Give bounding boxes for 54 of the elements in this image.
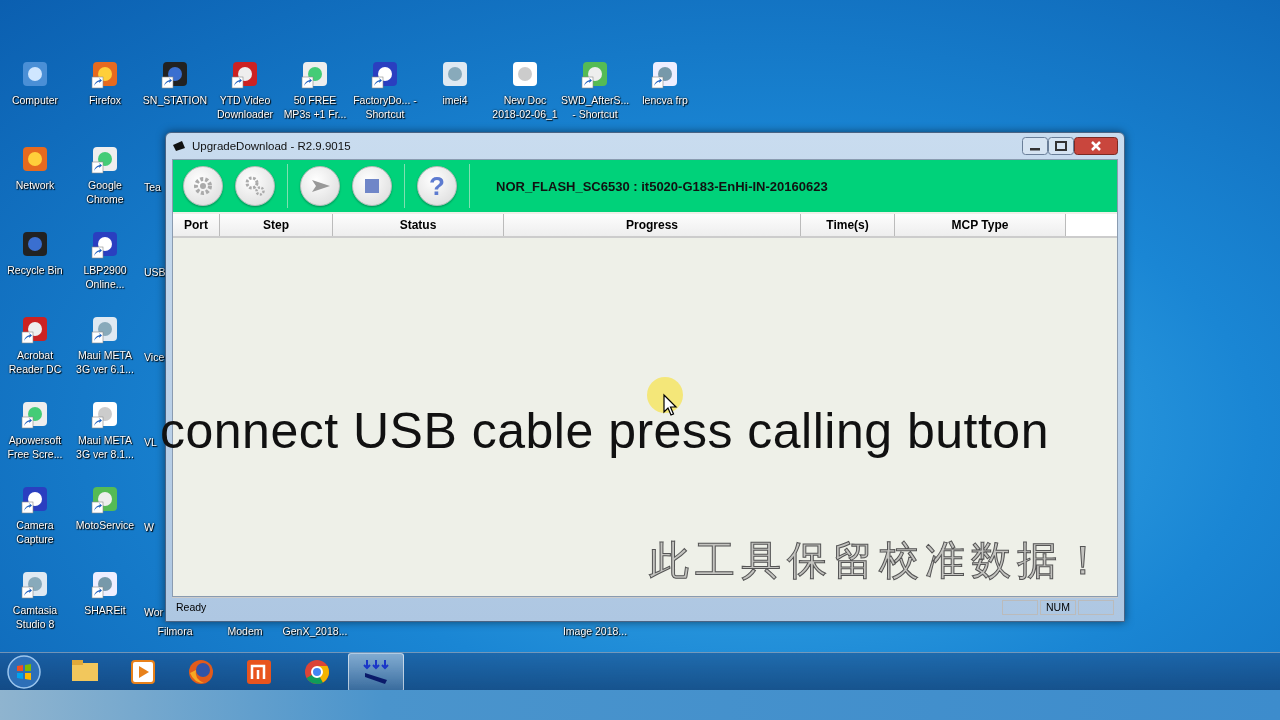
desktop-icon-label[interactable]: New Doc 2018-02-06_1 — [491, 93, 559, 121]
desktop-icon-label[interactable]: imei4 — [421, 93, 489, 107]
desktop-icon-label[interactable]: MotoService — [71, 518, 139, 532]
status-pane: NUM — [1040, 599, 1076, 615]
column-header[interactable]: Port — [173, 214, 220, 236]
app-icon — [172, 140, 186, 152]
desktop-icon-label[interactable]: Computer — [1, 93, 69, 107]
column-header[interactable]: MCP Type — [895, 214, 1066, 236]
window-title: UpgradeDownload - R2.9.9015 — [192, 140, 352, 152]
start-button[interactable] — [6, 654, 42, 690]
column-header[interactable]: Progress — [504, 214, 801, 236]
taskbar-app-button[interactable] — [348, 652, 404, 692]
desktop-icon-label[interactable]: Filmora — [157, 625, 193, 637]
desktop-icon-label[interactable]: Google Chrome — [71, 178, 139, 206]
close-button[interactable] — [1074, 137, 1118, 155]
maximize-button[interactable] — [1048, 137, 1074, 155]
desktop-icon-label[interactable]: Acrobat Reader DC — [1, 348, 69, 376]
desktop-icon-label[interactable]: Vice — [144, 350, 165, 364]
desktop-icon-label[interactable]: W — [144, 520, 154, 534]
desktop-icon-label[interactable]: Recycle Bin — [1, 263, 69, 277]
column-header[interactable]: Time(s) — [801, 214, 895, 236]
desktop-icon-label[interactable]: Firefox — [71, 93, 139, 107]
firmware-label: NOR_FLASH_SC6530 : it5020-G183-EnHi-IN-20160623 — [496, 178, 828, 194]
desktop-icon-label[interactable]: Wor — [144, 605, 164, 619]
status-text: Ready — [176, 601, 207, 613]
desktop-icon-label[interactable]: 50 FREE MP3s +1 Fr... — [281, 93, 349, 121]
desktop-icon-label[interactable]: SHAREit — [71, 603, 139, 617]
desktop-icon-label[interactable]: Apowersoft Free Scre... — [1, 433, 69, 461]
desktop-icon-label[interactable]: USB — [144, 265, 166, 279]
status-pane — [1002, 599, 1038, 615]
start-button[interactable] — [300, 166, 340, 206]
status-pane — [1078, 599, 1114, 615]
desktop-icon-label[interactable]: GenX_2018... — [282, 625, 348, 637]
desktop-icon-label[interactable]: SWD_AfterS... - Shortcut — [561, 93, 629, 121]
desktop-icon-label[interactable]: Maui META 3G ver 8.1... — [71, 433, 139, 461]
column-header[interactable]: Status — [333, 214, 504, 236]
desktop-icon-label[interactable]: Modem — [227, 625, 263, 637]
desktop-icon-label[interactable]: SN_STATION — [141, 93, 209, 107]
desktop-icon-label[interactable]: Maui META 3G ver 6.1... — [71, 348, 139, 376]
minimize-button[interactable] — [1022, 137, 1048, 155]
desktop-icon-label[interactable]: Camtasia Studio 8 — [1, 603, 69, 631]
desktop-icon-label[interactable]: LBP2900 Online... — [71, 263, 139, 291]
desktop-icon-label[interactable]: FactoryDo... - Shortcut — [351, 93, 419, 121]
stop-button[interactable] — [352, 166, 392, 206]
desktop-icon-label[interactable]: Tea — [144, 180, 161, 194]
background-text: 此工具保留校准数据！ — [649, 536, 1109, 585]
desktop-icon-label[interactable]: YTD Video Downloader — [211, 93, 279, 121]
desktop-icon-label[interactable]: lencva frp — [631, 93, 699, 107]
desktop-icon-label[interactable]: Network — [1, 178, 69, 192]
desktop-icon-label[interactable]: Camera Capture — [1, 518, 69, 546]
desktop-icon-label[interactable]: Image 2018... — [562, 625, 628, 637]
column-header[interactable]: Step — [220, 214, 333, 236]
help-button[interactable]: ? — [417, 166, 457, 206]
desktop-icon-label[interactable]: VL — [144, 435, 157, 449]
